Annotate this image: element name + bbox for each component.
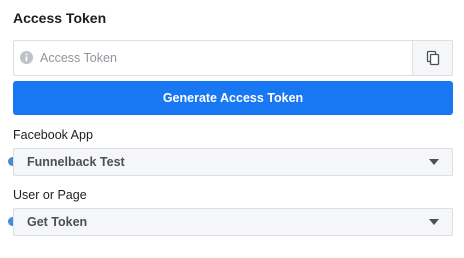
access-token-input[interactable] bbox=[40, 41, 410, 75]
access-token-panel: Access Token Generate Access Token Faceb… bbox=[0, 0, 464, 258]
facebook-app-select[interactable]: Funnelback Test bbox=[13, 148, 453, 176]
info-icon bbox=[20, 51, 33, 64]
generate-access-token-label: Generate Access Token bbox=[162, 91, 304, 105]
facebook-app-label: Facebook App bbox=[13, 128, 93, 142]
caret-down-icon bbox=[429, 159, 439, 165]
section-title: Access Token bbox=[13, 10, 107, 26]
access-token-field bbox=[13, 40, 453, 76]
copy-token-button[interactable] bbox=[412, 41, 452, 75]
user-or-page-label: User or Page bbox=[13, 188, 87, 202]
user-or-page-selected-value: Get Token bbox=[27, 215, 88, 229]
facebook-app-selected-value: Funnelback Test bbox=[27, 155, 125, 169]
copy-icon bbox=[426, 50, 439, 66]
user-or-page-select[interactable]: Get Token bbox=[13, 208, 453, 236]
generate-access-token-button[interactable]: Generate Access Token bbox=[13, 81, 453, 115]
caret-down-icon bbox=[429, 219, 439, 225]
